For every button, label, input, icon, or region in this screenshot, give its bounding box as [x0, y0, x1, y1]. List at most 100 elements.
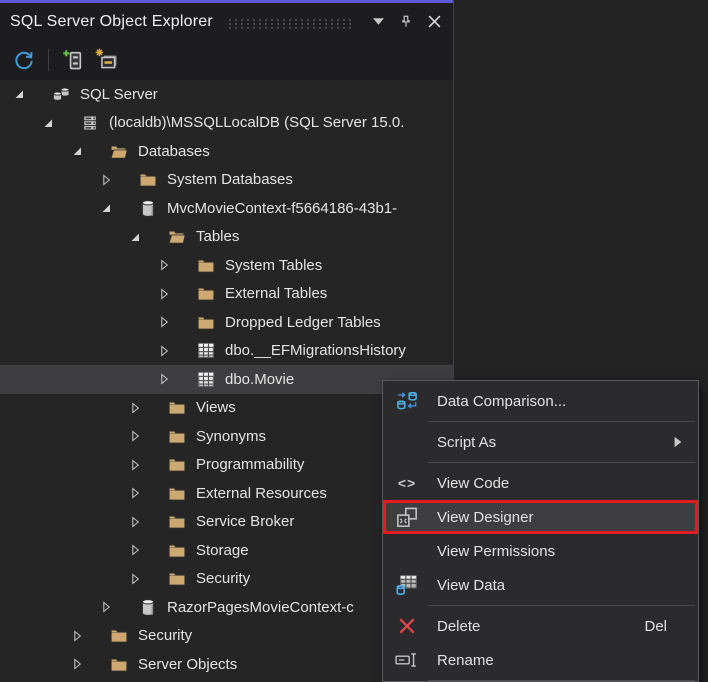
tree-item-sql-server[interactable]: SQL Server [0, 80, 453, 109]
panel-title: SQL Server Object Explorer [10, 13, 213, 31]
menu-separator [428, 680, 695, 681]
collapse-arrow-icon[interactable] [100, 202, 114, 214]
expand-arrow-icon[interactable] [100, 601, 114, 613]
expand-arrow-icon[interactable] [71, 658, 85, 670]
menu-item-label: Delete [437, 618, 480, 635]
expand-arrow-icon[interactable] [158, 288, 172, 300]
tree-item-label: System Tables [225, 257, 322, 274]
menu-item-label: View Code [437, 475, 509, 492]
expand-arrow-icon[interactable] [158, 316, 172, 328]
refresh-icon [13, 49, 35, 71]
menu-item-view-data[interactable]: View Data [383, 568, 698, 602]
menu-item-label: View Data [437, 577, 505, 594]
tree-item-external-tables[interactable]: External Tables [0, 280, 453, 309]
tree-item-dbo-efmigrationshistory[interactable]: dbo.__EFMigrationsHistory [0, 337, 453, 366]
new-database-button[interactable] [93, 46, 121, 74]
delete-icon [393, 614, 421, 638]
toolbar-separator [48, 49, 49, 71]
tree-item-label: Security [196, 570, 250, 587]
folder-icon [167, 427, 187, 445]
menu-icon-gutter [393, 539, 421, 563]
expand-arrow-icon[interactable] [129, 487, 143, 499]
menu-item-view-permissions[interactable]: View Permissions [383, 534, 698, 568]
tree-item-system-databases[interactable]: System Databases [0, 166, 453, 195]
menu-item-shortcut: Del [644, 618, 667, 635]
panel-toolbar [0, 40, 453, 80]
tree-item-label: External Tables [225, 285, 327, 302]
folder-icon [167, 484, 187, 502]
expand-arrow-icon[interactable] [129, 573, 143, 585]
expand-arrow-icon[interactable] [129, 516, 143, 528]
folder-icon [196, 256, 216, 274]
collapse-arrow-icon[interactable] [42, 117, 56, 129]
menu-item-script-as[interactable]: Script As [383, 425, 698, 459]
menu-item-delete[interactable]: Delete Del [383, 609, 698, 643]
tree-item-label: RazorPagesMovieContext-c [167, 599, 354, 616]
tree-item-label: Tables [196, 228, 239, 245]
view-data-icon [393, 573, 421, 597]
tree-item-label: (localdb)\MSSQLLocalDB (SQL Server 15.0. [109, 114, 404, 131]
expand-arrow-icon[interactable] [129, 544, 143, 556]
tree-item-dropped-ledger-tables[interactable]: Dropped Ledger Tables [0, 308, 453, 337]
tree-item-mvcmoviecontext-f5664186-43b1[interactable]: MvcMovieContext-f5664186-43b1- [0, 194, 453, 223]
tree-item-label: SQL Server [80, 86, 158, 103]
pin-icon [399, 14, 413, 29]
new-database-icon [95, 48, 119, 72]
menu-item-data-comparison[interactable]: Data Comparison... [383, 384, 698, 418]
tree-item-label: Programmability [196, 456, 304, 473]
tool-window-titlebar: SQL Server Object Explorer [0, 3, 453, 40]
tree-item-system-tables[interactable]: System Tables [0, 251, 453, 280]
folder-open-icon [109, 142, 129, 160]
context-menu: Data Comparison...Script As<>View CodeVi… [382, 380, 699, 682]
rename-icon [393, 648, 421, 672]
folder-icon [167, 399, 187, 417]
tree-item-label: dbo.__EFMigrationsHistory [225, 342, 406, 359]
tree-item-label: dbo.Movie [225, 371, 294, 388]
menu-separator [428, 605, 695, 606]
collapse-arrow-icon[interactable] [129, 231, 143, 243]
menu-separator [428, 462, 695, 463]
expand-arrow-icon[interactable] [158, 259, 172, 271]
folder-icon [196, 285, 216, 303]
menu-item-view-code[interactable]: <>View Code [383, 466, 698, 500]
table-icon [196, 370, 216, 388]
expand-arrow-icon[interactable] [158, 373, 172, 385]
drag-grip[interactable] [227, 18, 355, 29]
tree-item-label: Synonyms [196, 428, 266, 445]
pin-button[interactable] [393, 9, 419, 35]
menu-separator [428, 421, 695, 422]
expand-arrow-icon[interactable] [100, 174, 114, 186]
expand-arrow-icon[interactable] [129, 430, 143, 442]
folder-open-icon [167, 228, 187, 246]
folder-icon [109, 655, 129, 673]
database-icon [138, 199, 158, 217]
database-icon [138, 598, 158, 616]
close-button[interactable] [421, 9, 447, 35]
expand-arrow-icon[interactable] [71, 630, 85, 642]
data-comparison-icon [393, 389, 421, 413]
chevron-down-icon [373, 18, 384, 25]
add-sql-server-button[interactable] [59, 46, 87, 74]
tree-item-label: Dropped Ledger Tables [225, 314, 381, 331]
collapse-arrow-icon[interactable] [13, 88, 27, 100]
window-position-button[interactable] [365, 9, 391, 35]
tree-item-label: Security [138, 627, 192, 644]
menu-item-label: View Designer [437, 509, 533, 526]
refresh-button[interactable] [10, 46, 38, 74]
collapse-arrow-icon[interactable] [71, 145, 85, 157]
tree-item-databases[interactable]: Databases [0, 137, 453, 166]
folder-icon [167, 456, 187, 474]
menu-item-label: View Permissions [437, 543, 555, 560]
tree-item-localdb-mssqllocaldb-sql-server-15-0[interactable]: (localdb)\MSSQLLocalDB (SQL Server 15.0. [0, 109, 453, 138]
expand-arrow-icon[interactable] [158, 345, 172, 357]
expand-arrow-icon[interactable] [129, 402, 143, 414]
submenu-arrow-icon [674, 436, 682, 448]
menu-item-view-designer[interactable]: View Designer [383, 500, 698, 534]
tree-item-label: Databases [138, 143, 210, 160]
menu-item-rename[interactable]: Rename [383, 643, 698, 677]
menu-item-label: Script As [437, 434, 496, 451]
folder-icon [167, 513, 187, 531]
close-icon [428, 15, 441, 28]
expand-arrow-icon[interactable] [129, 459, 143, 471]
tree-item-tables[interactable]: Tables [0, 223, 453, 252]
